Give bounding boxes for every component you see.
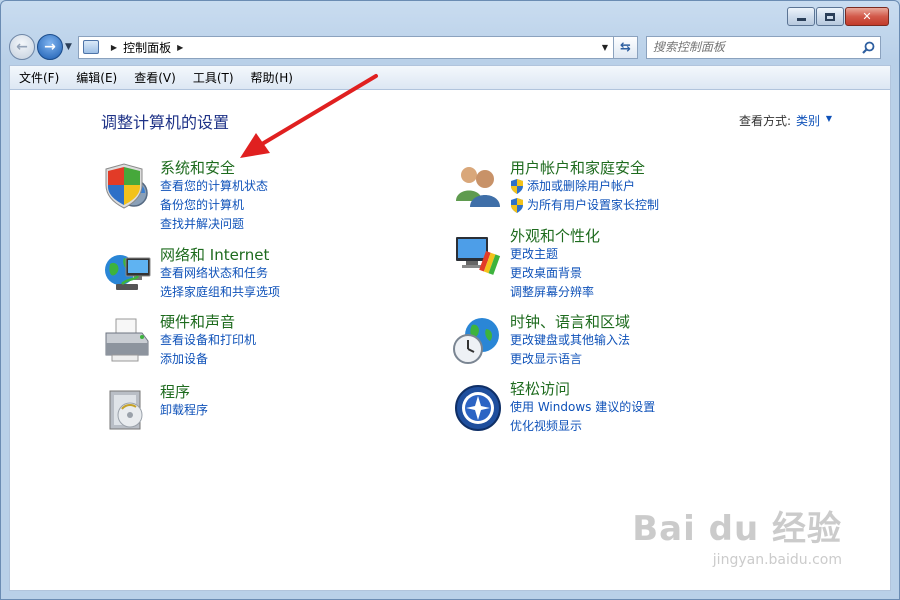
search-icon[interactable] — [858, 41, 880, 54]
category-programs: 程序 卸载程序 — [102, 383, 208, 437]
control-panel-icon — [82, 40, 99, 54]
menu-file[interactable]: 文件(F) — [10, 69, 67, 86]
link-backup-computer[interactable]: 备份您的计算机 — [160, 196, 268, 215]
clock-globe-icon[interactable] — [452, 315, 504, 367]
link-text[interactable]: 添加或删除用户帐户 — [527, 177, 635, 196]
forward-arrow-icon: → — [44, 39, 56, 55]
link-add-remove-accounts[interactable]: 添加或删除用户帐户 — [510, 177, 659, 196]
recent-pages-button[interactable]: ▼ — [65, 42, 72, 52]
category-title[interactable]: 轻松访问 — [510, 380, 655, 398]
category-title[interactable]: 用户帐户和家庭安全 — [510, 159, 659, 177]
view-by-caret-icon[interactable]: ▼ — [826, 114, 832, 123]
category-appearance: 外观和个性化 更改主题 更改桌面背景 调整屏幕分辨率 — [452, 227, 600, 302]
category-title[interactable]: 系统和安全 — [160, 159, 268, 177]
back-button[interactable]: ← — [9, 34, 35, 60]
content-pane: 调整计算机的设置 查看方式: 类别 ▼ 系统和安全 查看您的计算机状态 备份您的… — [9, 89, 891, 591]
breadcrumb-separator-icon[interactable]: ▶ — [177, 43, 183, 52]
category-system-security: 系统和安全 查看您的计算机状态 备份您的计算机 查找并解决问题 — [102, 159, 268, 234]
refresh-button[interactable]: ⇆ — [613, 35, 638, 59]
monitor-palette-icon[interactable] — [452, 229, 504, 281]
minimize-icon — [796, 18, 806, 21]
menu-edit[interactable]: 编辑(E) — [67, 69, 125, 86]
category-title[interactable]: 硬件和声音 — [160, 313, 256, 331]
link-devices-printers[interactable]: 查看设备和打印机 — [160, 331, 256, 350]
search-box[interactable] — [645, 35, 881, 59]
watermark-brand: Bai du 经验 — [632, 509, 842, 549]
refresh-icon: ⇆ — [619, 39, 631, 55]
close-button[interactable]: ✕ — [845, 7, 889, 26]
address-bar[interactable]: ▶ 控制面板 ▶ ▼ — [77, 35, 614, 59]
forward-button[interactable]: → — [37, 34, 63, 60]
view-by-label: 查看方式: — [738, 114, 791, 128]
link-troubleshoot[interactable]: 查找并解决问题 — [160, 215, 268, 234]
category-title[interactable]: 外观和个性化 — [510, 227, 600, 245]
uac-shield-icon — [511, 179, 523, 194]
category-title[interactable]: 网络和 Internet — [160, 246, 280, 264]
link-view-computer-status[interactable]: 查看您的计算机状态 — [160, 177, 268, 196]
menu-view[interactable]: 查看(V) — [125, 69, 184, 86]
link-text[interactable]: 为所有用户设置家长控制 — [527, 196, 659, 215]
close-icon: ✕ — [862, 10, 872, 23]
ease-of-access-icon[interactable] — [452, 382, 504, 434]
link-recommended-settings[interactable]: 使用 Windows 建议的设置 — [510, 398, 655, 417]
page-title: 调整计算机的设置 — [101, 113, 230, 132]
category-network-internet: 网络和 Internet 查看网络状态和任务 选择家庭组和共享选项 — [102, 246, 280, 302]
menu-bar: 文件(F) 编辑(E) 查看(V) 工具(T) 帮助(H) — [9, 65, 891, 89]
category-title[interactable]: 程序 — [160, 383, 208, 401]
menu-tools[interactable]: 工具(T) — [184, 69, 242, 86]
shield-pc-icon[interactable] — [102, 161, 154, 213]
link-optimize-display[interactable]: 优化视频显示 — [510, 417, 655, 436]
breadcrumb-separator-icon[interactable]: ▶ — [111, 43, 117, 52]
link-uninstall-program[interactable]: 卸载程序 — [160, 401, 208, 420]
menu-help[interactable]: 帮助(H) — [242, 69, 301, 86]
link-homegroup-sharing[interactable]: 选择家庭组和共享选项 — [160, 283, 280, 302]
programs-icon[interactable] — [102, 385, 154, 437]
breadcrumb-control-panel[interactable]: 控制面板 — [123, 39, 171, 56]
category-user-accounts: 用户帐户和家庭安全 添加或删除用户帐户 为所有用户设置家长控制 — [452, 159, 659, 215]
printer-icon[interactable] — [102, 315, 154, 367]
link-add-device[interactable]: 添加设备 — [160, 350, 256, 369]
watermark-url: jingyan.baidu.com — [712, 552, 842, 568]
link-display-language[interactable]: 更改显示语言 — [510, 350, 630, 369]
category-title[interactable]: 时钟、语言和区域 — [510, 313, 630, 331]
control-panel-window: ✕ ← → ▼ ▶ 控制面板 ▶ ▼ ⇆ 文件(F) 编辑(E) 查看(V) 工… — [0, 0, 900, 600]
watermark: Bai du 经验 jingyan.baidu.com — [632, 501, 842, 568]
link-keyboard-input[interactable]: 更改键盘或其他输入法 — [510, 331, 630, 350]
back-arrow-icon: ← — [16, 39, 28, 55]
view-by-dropdown[interactable]: 类别 — [796, 112, 820, 129]
link-network-status[interactable]: 查看网络状态和任务 — [160, 264, 280, 283]
link-screen-resolution[interactable]: 调整屏幕分辨率 — [510, 283, 600, 302]
navigation-bar: ← → ▼ ▶ 控制面板 ▶ ▼ ⇆ — [9, 33, 891, 61]
caption-buttons: ✕ — [787, 7, 889, 26]
uac-shield-icon — [511, 198, 523, 213]
maximize-icon — [825, 12, 835, 21]
users-icon[interactable] — [452, 161, 504, 213]
category-ease-of-access: 轻松访问 使用 Windows 建议的设置 优化视频显示 — [452, 380, 655, 436]
search-input[interactable] — [652, 40, 858, 54]
maximize-button[interactable] — [816, 7, 844, 26]
link-desktop-background[interactable]: 更改桌面背景 — [510, 264, 600, 283]
address-dropdown-icon[interactable]: ▼ — [597, 43, 613, 52]
network-globe-icon[interactable] — [102, 248, 154, 300]
link-parental-controls[interactable]: 为所有用户设置家长控制 — [510, 196, 659, 215]
category-clock-language-region: 时钟、语言和区域 更改键盘或其他输入法 更改显示语言 — [452, 313, 630, 369]
link-change-theme[interactable]: 更改主题 — [510, 245, 600, 264]
chevron-down-icon: ▼ — [65, 42, 72, 52]
minimize-button[interactable] — [787, 7, 815, 26]
category-hardware-sound: 硬件和声音 查看设备和打印机 添加设备 — [102, 313, 256, 369]
